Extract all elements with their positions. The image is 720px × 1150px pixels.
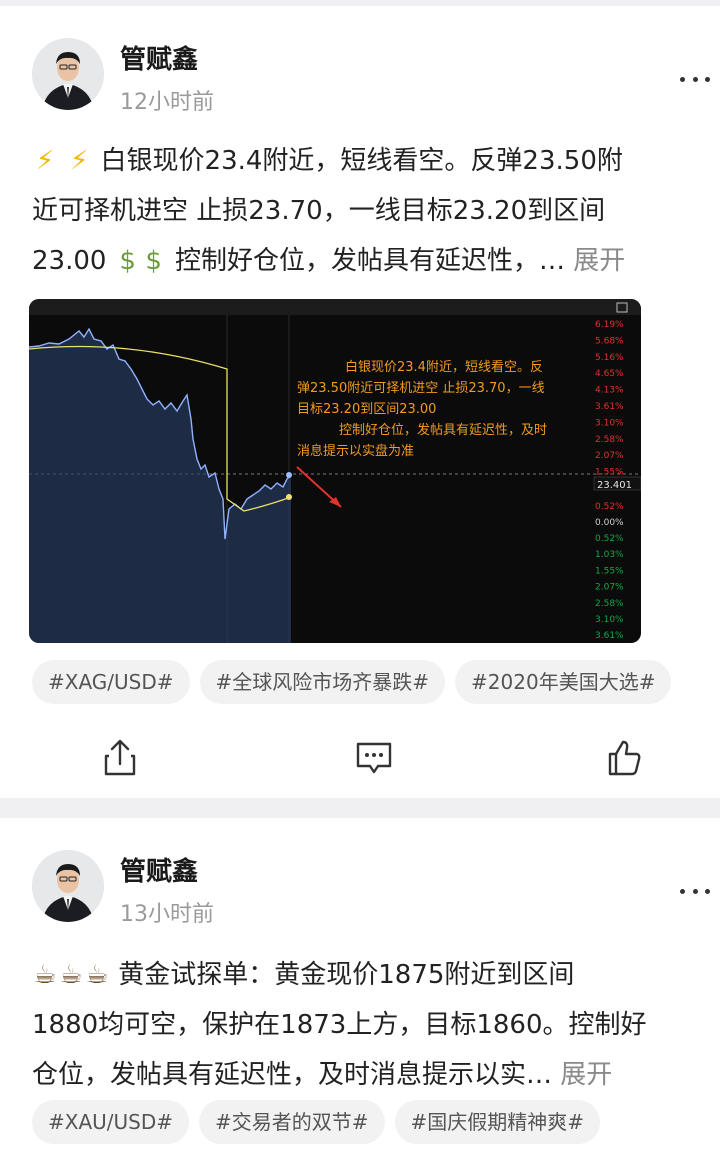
chart-annotation-line: 弹23.50附近可择机进空 止损23.70，一线 bbox=[297, 381, 545, 396]
lightning-icon: ⚡ bbox=[70, 146, 89, 176]
topic-tag[interactable]: #2020年美国大选# bbox=[455, 660, 672, 704]
axis-tick-label: 0.52% bbox=[595, 534, 624, 544]
axis-tick-label: 3.10% bbox=[595, 418, 624, 428]
axis-tick-label: 1.55% bbox=[595, 468, 624, 478]
money-bag-icon: $ bbox=[145, 246, 162, 276]
avatar-photo-icon bbox=[32, 38, 104, 110]
coffee-icon: ☕ bbox=[33, 960, 57, 990]
tag-list: #XAG/USD# #全球风险市场齐暴跌# #2020年美国大选# bbox=[32, 660, 672, 704]
avatar[interactable] bbox=[32, 850, 104, 922]
text-segment: 控制好仓位，发帖具有延迟性，… bbox=[174, 246, 565, 276]
action-bar bbox=[0, 736, 720, 780]
text-segment: 仓位，发帖具有延迟性，及时消息提示以实… bbox=[32, 1060, 553, 1090]
topic-tag[interactable]: #全球风险市场齐暴跌# bbox=[199, 660, 446, 704]
avatar[interactable] bbox=[32, 38, 104, 110]
post-text-line-2: 1880均可空，保护在1873上方，目标1860。控制好 bbox=[32, 1010, 647, 1040]
chart-annotation-line: 控制好仓位，发帖具有延迟性，及时 bbox=[339, 422, 547, 438]
axis-tick-label: 4.13% bbox=[595, 386, 624, 396]
axis-tick-label: 1.55% bbox=[595, 566, 624, 576]
axis-tick-label: 2.58% bbox=[595, 435, 624, 445]
tag-list: #XAU/USD# #交易者的双节# #国庆假期精神爽# bbox=[32, 1100, 601, 1144]
post-card: 管赋鑫 13小时前 ☕ ☕ ☕ 黄金试探单：黄金现价1875附近到区间 1880均可… bbox=[0, 818, 720, 1150]
money-bag-icon: $ bbox=[119, 246, 136, 276]
axis-tick-label: 2.58% bbox=[595, 599, 624, 609]
axis-tick-label: 0.00% bbox=[595, 518, 624, 528]
expand-link[interactable]: 展开 bbox=[573, 246, 625, 276]
more-options-icon[interactable] bbox=[680, 74, 710, 84]
axis-tick-label: 2.07% bbox=[595, 451, 624, 461]
like-icon[interactable] bbox=[604, 736, 644, 780]
avatar-photo-icon bbox=[32, 850, 104, 922]
axis-tick-label: 6.19% bbox=[595, 320, 624, 330]
topic-tag[interactable]: #国庆假期精神爽# bbox=[394, 1100, 601, 1144]
share-icon[interactable] bbox=[100, 736, 140, 780]
axis-tick-label: 2.07% bbox=[595, 583, 624, 593]
chart-annotation-line: 消息提示以实盘为准 bbox=[297, 443, 414, 459]
author-name[interactable]: 管赋鑫 bbox=[120, 851, 198, 888]
price-chart: 白银现价23.4附近，短线看空。反 弹23.50附近可择机进空 止损23.70，… bbox=[29, 299, 641, 643]
expand-link[interactable]: 展开 bbox=[560, 1060, 612, 1090]
current-price-label: 23.401 bbox=[597, 480, 632, 491]
feed-divider bbox=[0, 798, 720, 818]
post-text-line-3: 仓位，发帖具有延迟性，及时消息提示以实… 展开 bbox=[32, 1050, 712, 1100]
post-text-line-2: 近可择机进空 止损23.70，一线目标23.20到区间 bbox=[32, 196, 606, 226]
text-segment: 23.00 bbox=[32, 246, 107, 276]
topic-tag[interactable]: #XAU/USD# bbox=[32, 1100, 190, 1144]
chart-annotation-line: 目标23.20到区间23.00 bbox=[297, 402, 436, 417]
topic-tag[interactable]: #XAG/USD# bbox=[32, 660, 190, 704]
post-time: 13小时前 bbox=[120, 902, 214, 927]
post-time: 12小时前 bbox=[120, 90, 214, 115]
post-text-line-1: ⚡ ⚡ 白银现价23.4附近，短线看空。反弹23.50附 bbox=[32, 136, 712, 186]
author-name[interactable]: 管赋鑫 bbox=[120, 39, 198, 76]
post-text[interactable]: ⚡ ⚡ 白银现价23.4附近，短线看空。反弹23.50附 近可择机进空 止损23… bbox=[32, 136, 712, 286]
lightning-icon: ⚡ bbox=[35, 146, 55, 176]
post-text-line-3: 23.00 $ $ 控制好仓位，发帖具有延迟性，… 展开 bbox=[32, 236, 712, 286]
chart-annotation-line: 白银现价23.4附近，短线看空。反 bbox=[345, 359, 543, 375]
axis-tick-label: 3.10% bbox=[595, 615, 624, 625]
axis-tick-label: 4.65% bbox=[595, 369, 624, 379]
axis-tick-label: 3.61% bbox=[595, 402, 624, 412]
post-text[interactable]: ☕ ☕ ☕ 黄金试探单：黄金现价1875附近到区间 1880均可空，保护在1873上… bbox=[32, 950, 712, 1100]
text-segment: 黄金试探单：黄金现价1875附近到区间 bbox=[118, 960, 575, 990]
axis-tick-label: 0.52% bbox=[595, 502, 624, 512]
comment-icon[interactable] bbox=[354, 736, 394, 780]
more-options-icon[interactable] bbox=[680, 886, 710, 896]
axis-tick-label: 1.03% bbox=[595, 550, 624, 560]
coffee-icon: ☕ bbox=[85, 960, 109, 990]
coffee-icon: ☕ bbox=[59, 960, 83, 990]
post-card: 管赋鑫 12小时前 ⚡ ⚡ 白银现价23.4附近，短线看空。反弹23.50附 近… bbox=[0, 6, 720, 798]
topic-tag[interactable]: #交易者的双节# bbox=[199, 1100, 385, 1144]
chart-image[interactable]: 白银现价23.4附近，短线看空。反 弹23.50附近可择机进空 止损23.70，… bbox=[29, 299, 641, 643]
text-segment: 白银现价23.4附近，短线看空。反弹23.50附 bbox=[100, 146, 623, 176]
axis-tick-label: 5.68% bbox=[595, 336, 624, 346]
axis-tick-label: 5.16% bbox=[595, 353, 624, 363]
post-text-line-1: ☕ ☕ ☕ 黄金试探单：黄金现价1875附近到区间 bbox=[32, 950, 712, 1000]
axis-tick-label: 3.61% bbox=[595, 631, 624, 641]
